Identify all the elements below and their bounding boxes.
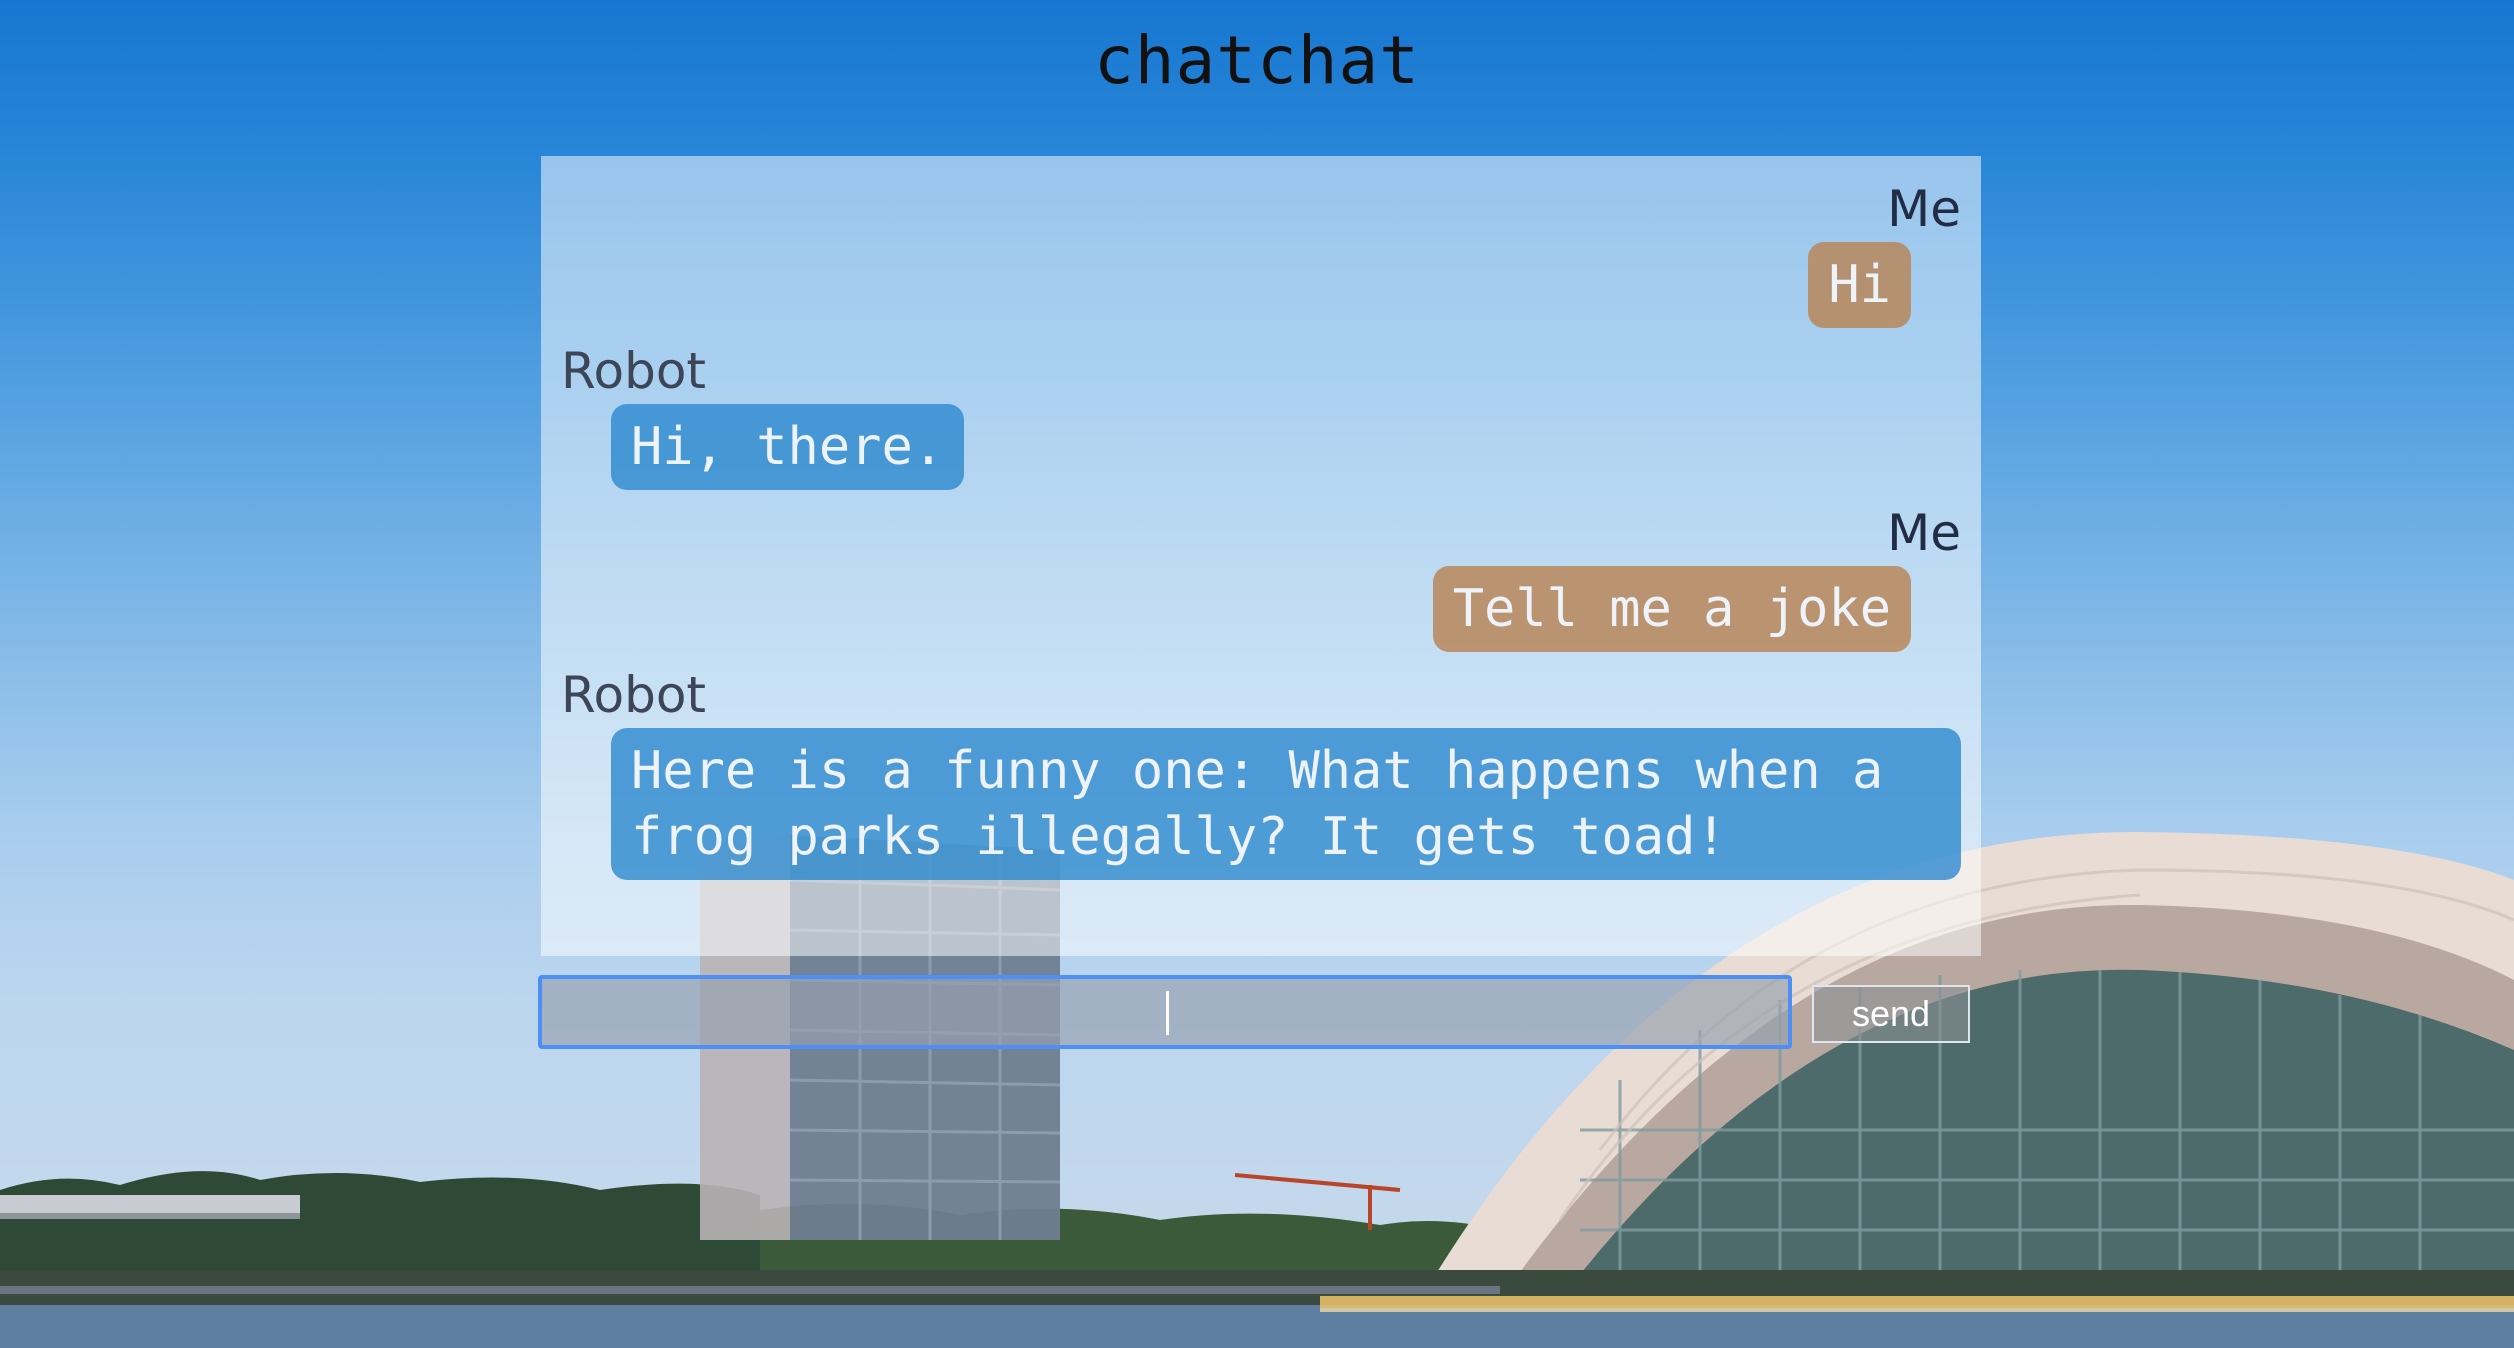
text-caret	[1166, 991, 1169, 1035]
message-input[interactable]	[538, 975, 1792, 1049]
bridge	[0, 1195, 300, 1213]
send-button[interactable]: send	[1812, 985, 1970, 1043]
message-bubble: Tell me a joke	[1432, 566, 1911, 652]
message-me: Me Hi	[561, 176, 1961, 328]
message-me: Me Tell me a joke	[561, 500, 1961, 652]
sender-label: Me	[1887, 504, 1961, 562]
page-title: chatchat	[1094, 22, 1420, 99]
chat-history[interactable]: Me Hi Robot Hi, there. Me Tell me a joke…	[541, 156, 1981, 956]
tree-line	[0, 1171, 760, 1300]
message-robot: Robot Here is a funny one: What happens …	[561, 662, 1961, 880]
riverbank	[0, 1270, 2514, 1310]
sender-label: Me	[1887, 180, 1961, 238]
message-bubble: Hi, there.	[611, 404, 965, 490]
light-streak	[1320, 1296, 2514, 1308]
tree-line-right	[760, 1203, 1500, 1300]
composer: send	[538, 975, 1978, 1051]
message-bubble: Here is a funny one: What happens when a…	[611, 728, 1961, 880]
message-robot: Robot Hi, there.	[561, 338, 1961, 490]
water	[0, 1305, 2514, 1348]
sender-label: Robot	[561, 342, 707, 400]
railing	[0, 1286, 1500, 1294]
sender-label: Robot	[561, 666, 707, 724]
message-bubble: Hi	[1808, 242, 1911, 328]
crane	[1234, 1173, 1401, 1230]
